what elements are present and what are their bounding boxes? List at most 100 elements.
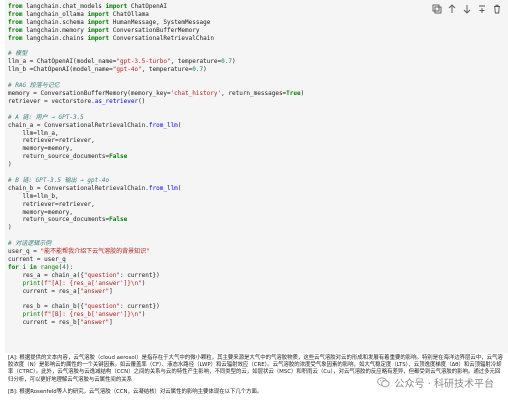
- arrow-up-icon[interactable]: [446, 3, 457, 14]
- code-comment: # RAG 段落与记忆: [8, 82, 60, 90]
- code-token: ): [300, 89, 305, 97]
- code-string: "question": [83, 271, 120, 279]
- code-token: : current}): [119, 271, 160, 279]
- code-string: "question": [83, 303, 120, 311]
- code-keyword: True: [286, 89, 301, 97]
- code-token: (: [177, 121, 182, 129]
- code-token: ):: [65, 263, 74, 271]
- code-string: f"[B]: {res_b[: [44, 311, 95, 319]
- code-string: "能不能帮我介绍下云气溶胶的背景知识": [40, 248, 150, 256]
- code-token: res_a = chain_a({: [8, 271, 84, 279]
- code-token: ): [141, 311, 146, 319]
- cell-output: [A]: 根据提供的文本内容，云气溶胶（cloud aerosol）是指存在于大…: [0, 353, 508, 408]
- code-token: llm=llm_a,: [8, 129, 59, 137]
- code-keyword: False: [109, 216, 128, 224]
- code-token: from: [8, 10, 23, 18]
- code-token: langchain.memory: [22, 26, 88, 34]
- code-token: HumanMessage, SystemMessage: [109, 18, 211, 26]
- insert-below-icon[interactable]: [476, 3, 487, 14]
- code-token: retriever = vectorstore.: [8, 97, 95, 105]
- code-token: llm=llm_b,: [8, 192, 59, 200]
- code-token: llm_a = ChatOpenAI(model_name=: [8, 58, 117, 66]
- code-builtin: range: [40, 263, 59, 271]
- code-function: as_retriever: [94, 97, 139, 105]
- code-editor[interactable]: from langchain.chat_models import ChatOp…: [8, 3, 304, 327]
- code-token: ): [231, 58, 236, 66]
- code-function: from_llm: [148, 121, 178, 129]
- code-token: memory=memory,: [8, 208, 74, 216]
- code-token: langchain.schema: [22, 18, 88, 26]
- watermark: 公众号 · 科研技术平台: [377, 375, 494, 390]
- code-token: , return_messages=: [221, 89, 287, 97]
- output-text-b: [B]: 根据Rosenfeld等人的研究，云气溶胶（CCN，云凝结核）对云属性…: [8, 389, 263, 395]
- code-token: : current}): [119, 303, 160, 311]
- code-token: ): [203, 66, 207, 74]
- code-number: 0.7: [192, 66, 204, 74]
- code-token: (): [138, 97, 146, 105]
- code-comment: # B 链: GPT-3.5 输出 → gpt-4o: [8, 176, 110, 184]
- code-keyword: False: [109, 153, 128, 161]
- code-token: retriever=retriever,: [8, 200, 95, 208]
- code-token: llm_b =ChatOpenAI(model_name=: [8, 66, 113, 74]
- code-token: current = user_q: [8, 256, 66, 263]
- code-token: ConversationBufferMemory: [109, 26, 200, 34]
- code-token: langchain_ollama: [22, 10, 88, 18]
- code-string: ]}\n": [123, 279, 142, 287]
- code-string: "answer": [80, 287, 110, 295]
- code-cell[interactable]: from langchain.chat_models import ChatOp…: [0, 0, 508, 353]
- code-token: ): [8, 224, 12, 232]
- code-token: ): [141, 279, 146, 287]
- code-token: import: [87, 34, 110, 42]
- cell-gutter: [0, 0, 5, 353]
- code-token: import: [87, 26, 110, 34]
- code-builtin: print: [22, 311, 41, 319]
- code-keyword: in: [29, 263, 37, 271]
- code-token: return_source_documents=: [8, 153, 110, 161]
- watermark-text: 公众号 · 科研技术平台: [394, 379, 494, 390]
- code-token: , temperature=: [141, 66, 193, 74]
- code-token: current = res_a[: [8, 287, 81, 295]
- code-token: ]: [109, 287, 113, 295]
- code-string: "answer": [80, 319, 110, 327]
- code-token: current = res_b[: [8, 319, 81, 327]
- code-comment: # 模型: [8, 50, 28, 58]
- code-token: ChatOllama: [109, 10, 149, 18]
- code-builtin: print: [22, 279, 41, 287]
- code-token: langchain.chains: [22, 34, 88, 42]
- code-string: 'answer': [94, 279, 124, 287]
- copy-icon[interactable]: [431, 3, 442, 14]
- code-token: langchain.chat_models: [22, 3, 106, 10]
- code-string: "gpt-3.5-turbo": [116, 58, 171, 66]
- code-string: 'chat_history': [170, 89, 222, 97]
- code-string: "gpt-4o": [112, 66, 142, 74]
- code-token: (: [177, 184, 182, 192]
- code-token: from: [8, 18, 23, 26]
- delete-icon[interactable]: [491, 3, 502, 14]
- code-token: ConversationalRetrievalChain: [109, 34, 214, 42]
- wechat-logo-icon: [377, 377, 390, 388]
- cell-toolbar: [431, 3, 502, 14]
- code-token: retriever=retriever,: [8, 137, 95, 145]
- code-number: 0.7: [221, 58, 232, 66]
- code-token: ): [8, 161, 12, 169]
- code-token: , temperature=: [170, 58, 222, 66]
- code-token: user_q =: [8, 248, 41, 256]
- code-token: ChatOpenAI: [127, 3, 167, 10]
- code-function: from_llm: [148, 184, 178, 192]
- code-string: f"[A]: {res_a[: [44, 279, 95, 287]
- code-token: memory = ConversationBufferMemory(memory…: [8, 89, 171, 97]
- code-comment: # 对话逻辑示例: [8, 240, 52, 248]
- code-keyword: for: [8, 263, 19, 271]
- code-token: import: [105, 3, 128, 10]
- arrow-down-icon[interactable]: [461, 3, 472, 14]
- code-token: return_source_documents=: [8, 216, 110, 224]
- code-token: chain_b = ConversationalRetrievalChain.: [8, 184, 149, 192]
- code-comment: # A 链: 用户 → GPT-3.5: [8, 113, 84, 121]
- code-token: import: [87, 10, 110, 18]
- code-token: memory=memory,: [8, 145, 74, 153]
- code-token: chain_a = ConversationalRetrievalChain.: [8, 121, 149, 129]
- code-token: from: [8, 3, 23, 10]
- code-token: ]: [109, 319, 113, 327]
